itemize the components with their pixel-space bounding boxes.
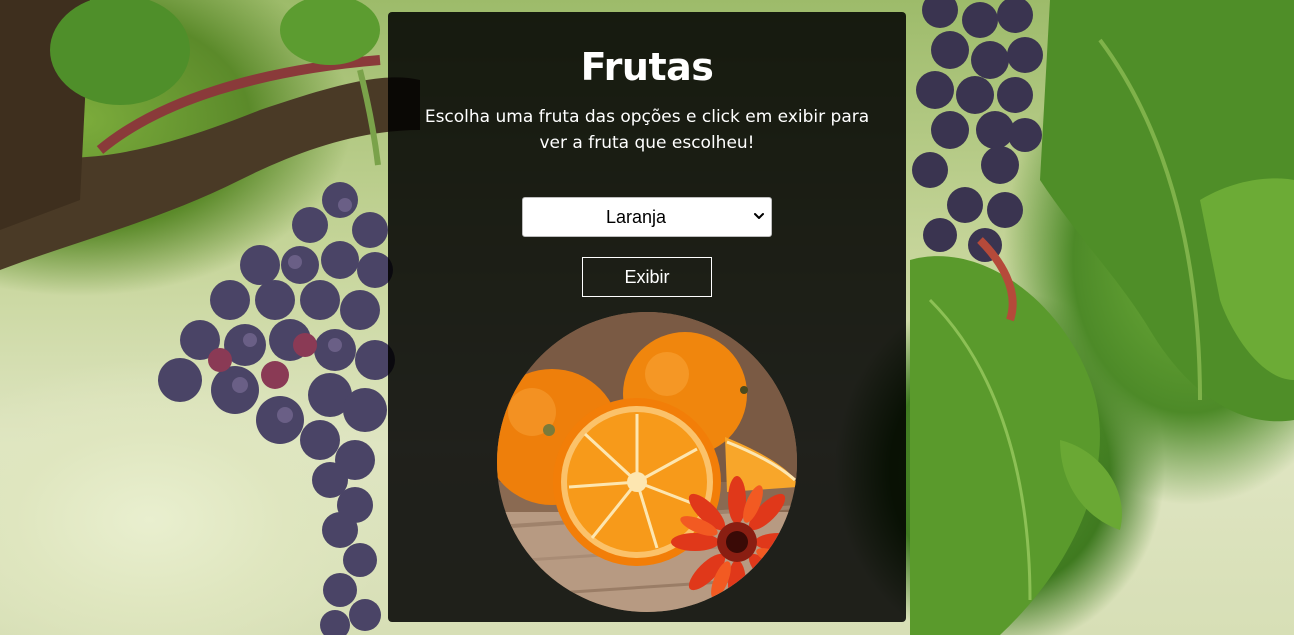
page-background: Frutas Escolha uma fruta das opções e cl… [0,0,1294,635]
instructions-text: Escolha uma fruta das opções e click em … [424,107,870,153]
page-title: Frutas [580,45,714,89]
fruit-image [497,312,797,612]
show-button[interactable]: Exibir [582,257,712,297]
fruit-panel: Frutas Escolha uma fruta das opções e cl… [388,12,906,622]
chevron-down-icon [754,213,764,219]
fruit-select-value: Laranja [605,207,667,227]
fruit-select[interactable]: Laranja [522,197,772,237]
orange-image [497,312,797,612]
